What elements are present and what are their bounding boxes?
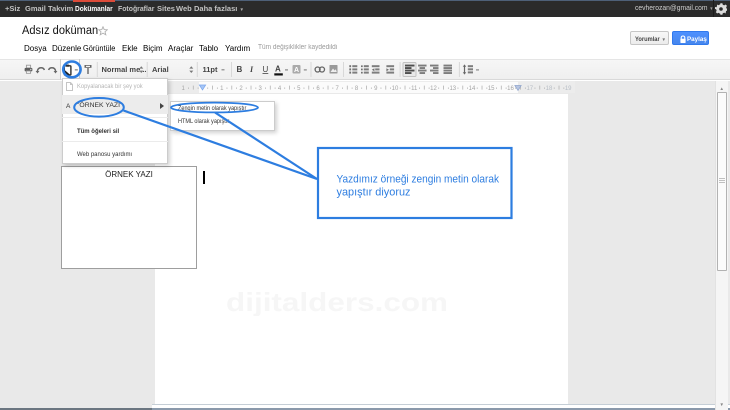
svg-text:B: B bbox=[237, 65, 243, 74]
svg-text:15: 15 bbox=[488, 86, 495, 92]
svg-text:11: 11 bbox=[411, 86, 418, 92]
svg-text:12: 12 bbox=[430, 86, 437, 92]
svg-text:Normal me...: Normal me... bbox=[102, 65, 147, 74]
svg-text:U: U bbox=[263, 65, 269, 74]
svg-text:11pt: 11pt bbox=[203, 65, 219, 74]
svg-text:16: 16 bbox=[507, 86, 514, 92]
svg-text:10: 10 bbox=[392, 86, 399, 92]
svg-text:17: 17 bbox=[526, 86, 533, 92]
svg-text:13: 13 bbox=[449, 86, 456, 92]
svg-text:19: 19 bbox=[565, 86, 572, 92]
svg-text:dijitalders.com: dijitalders.com bbox=[226, 288, 448, 316]
svg-text:A: A bbox=[275, 65, 281, 74]
svg-text:18: 18 bbox=[546, 86, 553, 92]
svg-text:14: 14 bbox=[469, 86, 476, 92]
svg-text:1: 1 bbox=[182, 86, 186, 92]
svg-text:A: A bbox=[294, 67, 299, 74]
svg-text:Arial: Arial bbox=[152, 65, 169, 74]
svg-text:I: I bbox=[249, 65, 254, 74]
